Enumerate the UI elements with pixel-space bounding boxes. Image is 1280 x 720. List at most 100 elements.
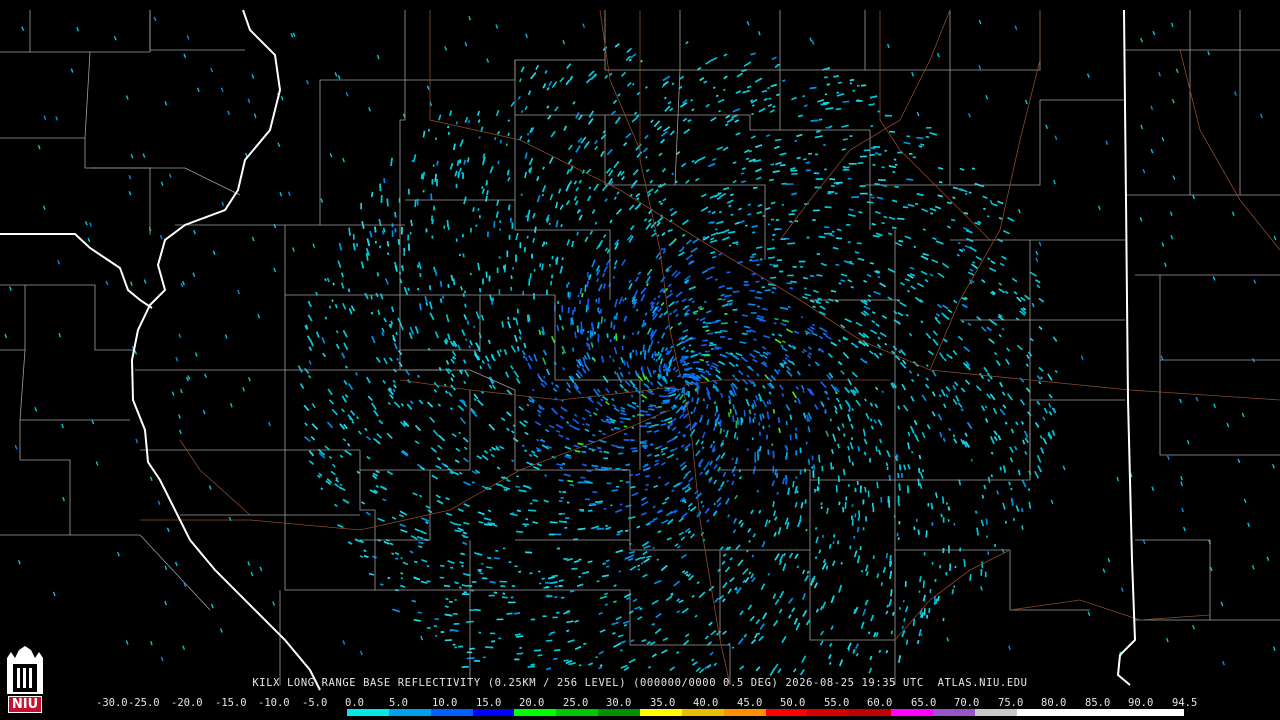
echo-streak	[741, 332, 748, 335]
echo-streak	[503, 488, 508, 492]
echo-streak	[690, 411, 693, 415]
echo-streak	[961, 408, 964, 412]
echo-streak	[842, 138, 848, 141]
echo-streak	[426, 626, 431, 629]
echo-streak	[414, 199, 417, 208]
echo-streak	[401, 265, 404, 269]
echo-streak	[417, 611, 423, 614]
echo-streak	[983, 207, 986, 210]
echo-streak	[895, 454, 899, 458]
echo-streak	[583, 642, 587, 645]
echo-streak	[728, 204, 732, 208]
echo-streak	[756, 263, 760, 266]
echo-streak	[606, 418, 609, 421]
echo-streak	[444, 639, 453, 642]
echo-streak	[777, 417, 781, 424]
echo-streak	[905, 639, 909, 645]
echo-streak	[1027, 488, 1031, 491]
echo-streak	[816, 274, 823, 277]
echo-streak	[1021, 508, 1024, 513]
echo-streak	[767, 573, 771, 576]
echo-streak	[856, 526, 860, 533]
echo-streak	[724, 123, 729, 127]
echo-streak	[794, 433, 798, 440]
echo-streak	[730, 213, 734, 217]
echo-streak	[956, 253, 960, 257]
echo-streak	[558, 490, 562, 493]
echo-streak	[584, 284, 587, 292]
echo-streak	[751, 272, 757, 276]
echo-streak	[491, 640, 496, 643]
echo-streak	[506, 487, 509, 490]
echo-streak	[612, 276, 616, 279]
echo-streak	[507, 119, 510, 122]
echo-streak	[685, 573, 689, 577]
echo-streak	[622, 335, 625, 339]
echo-streak	[736, 417, 740, 425]
echo-streak	[400, 577, 404, 580]
echo-streak	[562, 462, 566, 465]
echo-streak	[630, 485, 636, 489]
echo-streak	[1004, 421, 1008, 425]
echo-streak	[740, 180, 747, 183]
echo-streak	[906, 135, 911, 138]
echo-streak	[486, 190, 489, 195]
echo-streak	[875, 446, 878, 452]
echo-streak	[611, 489, 618, 492]
echo-streak	[427, 128, 431, 132]
echo-streak	[778, 427, 781, 433]
echo-streak	[751, 253, 757, 256]
echo-streak	[489, 580, 496, 584]
echo-streak	[579, 287, 583, 294]
echo-streak	[842, 100, 850, 103]
echo-streak	[597, 297, 600, 304]
echo-streak	[773, 322, 777, 325]
echo-streak	[602, 432, 607, 436]
echo-streak	[805, 332, 809, 336]
echo-streak	[347, 288, 351, 293]
echo-streak	[651, 353, 654, 359]
echo-streak	[582, 423, 585, 426]
echo-streak	[1008, 481, 1011, 486]
echo-streak	[990, 474, 993, 478]
echo-streak	[567, 281, 570, 285]
echo-streak	[619, 503, 623, 506]
echo-streak	[691, 160, 695, 163]
echo-streak	[787, 242, 796, 245]
echo-streak	[702, 325, 709, 328]
echo-streak	[533, 649, 542, 652]
echo-streak	[774, 317, 779, 321]
echo-streak	[746, 448, 749, 452]
echo-streak	[481, 186, 484, 189]
echo-streak	[379, 183, 382, 192]
echo-streak	[836, 91, 840, 94]
echo-streak	[586, 271, 589, 276]
echo-streak	[748, 416, 751, 424]
echo-streak	[466, 320, 470, 325]
echo-streak	[901, 625, 904, 629]
radar-map	[0, 0, 1280, 720]
echo-streak	[875, 152, 879, 155]
echo-streak	[576, 231, 579, 236]
echo-streak	[705, 321, 713, 325]
echo-streak	[799, 265, 804, 268]
echo-streak	[745, 157, 750, 161]
echo-streak	[562, 346, 565, 350]
echo-streak	[746, 549, 749, 553]
echo-streak	[515, 485, 520, 488]
echo-streak	[772, 286, 777, 290]
echo-streak	[872, 555, 875, 560]
echo-streak	[741, 314, 749, 317]
echo-streak	[648, 425, 653, 429]
echo-streak	[717, 298, 723, 301]
echo-streak	[479, 572, 484, 575]
echo-streak	[613, 315, 616, 320]
echo-streak	[772, 233, 776, 237]
echo-streak	[809, 274, 815, 278]
echo-streak	[605, 524, 608, 527]
echo-streak	[456, 160, 460, 166]
echo-streak	[712, 86, 716, 89]
echo-streak	[715, 405, 718, 413]
echo-streak	[652, 546, 655, 550]
echo-streak	[413, 619, 421, 622]
